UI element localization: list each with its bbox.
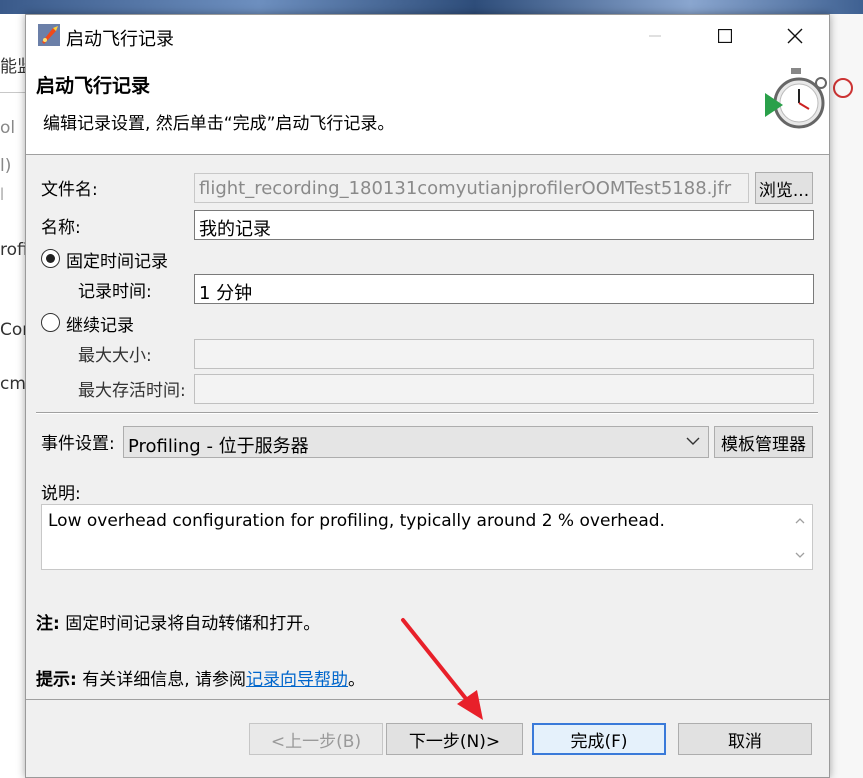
window-title: 启动飞行记录 [66,29,174,50]
wizard-header: 启动飞行记录 编辑记录设置, 然后单击“完成”启动飞行记录。 [26,57,829,155]
app-rocket-icon [38,24,60,46]
note-text: 固定时间记录将自动转储和打开。 [65,614,321,634]
hint-text: 有关详细信息, 请参阅 [82,670,247,690]
hint-end: 。 [348,670,366,690]
close-button[interactable] [760,15,830,57]
note-label: 注: [36,614,60,634]
page-description: 编辑记录设置, 然后单击“完成”启动飞行记录。 [43,114,395,134]
next-button[interactable]: 下一步(N)> [386,723,523,755]
maximize-icon [718,29,732,43]
section-divider-highlight [36,413,818,414]
maximize-button[interactable] [690,15,760,57]
fixed-time-radio[interactable] [41,249,60,268]
max-size-input [194,339,814,369]
page-title: 启动飞行记录 [36,75,151,97]
cancel-button[interactable]: 取消 [678,723,812,755]
max-age-label: 最大存活时间: [78,381,186,401]
event-settings-label: 事件设置: [41,434,115,454]
annotation-arrow-icon [401,618,483,720]
scroll-up-icon[interactable] [794,515,806,527]
title-bar[interactable]: 启动飞行记录 [26,15,829,57]
fixed-time-label[interactable]: 固定时间记录 [66,247,168,272]
stopwatch-record-icon [765,68,827,129]
filename-field: flight_recording_180131comyutianjprofile… [194,173,749,203]
name-input[interactable]: 我的记录 [194,210,814,240]
event-settings-value: Profiling - 位于服务器 [128,436,309,457]
scroll-down-icon[interactable] [794,549,806,561]
minimize-icon [649,35,661,37]
filename-label: 文件名: [41,180,98,200]
hint-line: 提示: 有关详细信息, 请参阅记录向导帮助。 [36,665,365,690]
max-age-input [194,374,814,404]
chevron-down-icon [686,437,700,445]
continuous-radio[interactable] [41,313,60,332]
browse-button[interactable]: 浏览... [755,172,813,204]
name-label: 名称: [41,218,81,238]
record-time-label: 记录时间: [78,282,152,302]
template-manager-button[interactable]: 模板管理器 [714,426,813,458]
max-size-label: 最大大小: [78,346,152,366]
minimize-button[interactable] [620,15,690,57]
description-text: Low overhead configuration for profiling… [48,511,665,531]
wizard-help-link[interactable]: 记录向导帮助 [246,670,348,690]
description-label: 说明: [41,484,81,504]
event-settings-dropdown[interactable]: Profiling - 位于服务器 [123,426,709,458]
desktop-strip [0,0,863,14]
record-time-input[interactable]: 1 分钟 [194,274,814,304]
continuous-label[interactable]: 继续记录 [66,311,134,336]
finish-button[interactable]: 完成(F) [532,723,666,755]
description-textarea[interactable]: Low overhead configuration for profiling… [41,504,813,570]
close-icon [787,28,803,44]
hint-label: 提示: [36,670,77,690]
back-button[interactable]: <上一步(B) [249,723,383,755]
background-icon [833,78,853,98]
note-line: 注: 固定时间记录将自动转储和打开。 [36,609,320,634]
background-right-panel [829,14,863,778]
radio-selected-dot [46,254,55,263]
